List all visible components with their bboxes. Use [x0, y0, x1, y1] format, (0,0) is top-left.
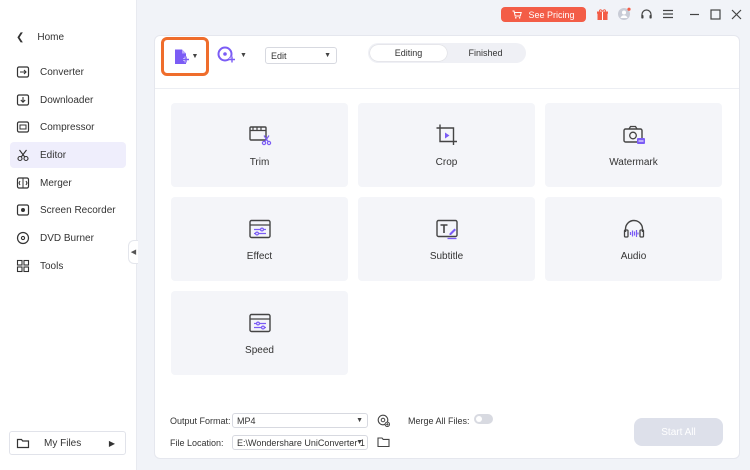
merger-icon — [16, 177, 30, 189]
home-link[interactable]: ❮ Home — [16, 30, 64, 44]
add-file-button[interactable]: ▼ — [161, 37, 209, 76]
tab-finished[interactable]: Finished — [447, 45, 524, 61]
output-format-select[interactable]: MP4 ▼ — [232, 413, 368, 428]
sidebar: ❮ Home Converter Downloader Compressor E… — [0, 0, 137, 470]
add-dvd-icon — [217, 46, 235, 63]
sidebar-item-editor[interactable]: Editor — [10, 142, 126, 168]
main-panel: ▼ ▼ Edit ▼ Editing Finished Trim Crop Wa… — [154, 35, 740, 459]
chevron-down-icon: ▼ — [356, 439, 363, 446]
tool-card-audio[interactable]: Audio — [545, 197, 722, 281]
tools-icon — [16, 259, 30, 273]
sidebar-item-compressor[interactable]: Compressor — [10, 114, 126, 140]
sidebar-collapse-button[interactable]: ◀ — [128, 240, 138, 264]
sidebar-item-merger[interactable]: Merger — [10, 170, 126, 196]
status-tabs: Editing Finished — [368, 43, 526, 63]
my-files-label: My Files — [44, 437, 82, 449]
subtitle-icon — [435, 219, 458, 239]
chevron-down-icon[interactable]: ▼ — [240, 52, 247, 59]
tool-card-subtitle[interactable]: Subtitle — [358, 197, 535, 281]
sidebar-item-dvd-burner[interactable]: DVD Burner — [10, 225, 126, 251]
tool-label: Watermark — [609, 156, 658, 168]
audio-icon — [623, 219, 644, 238]
folder-icon — [16, 438, 30, 449]
watermark-icon — [622, 125, 645, 144]
sidebar-item-screen-recorder[interactable]: Screen Recorder — [10, 197, 126, 223]
chevron-right-icon: ▶ — [108, 438, 115, 448]
file-location-value: E:\Wondershare UniConverter 1 — [237, 437, 365, 448]
tool-label: Effect — [246, 250, 273, 262]
sidebar-item-label: Merger — [40, 177, 72, 189]
tool-card-effect[interactable]: Effect — [171, 197, 348, 281]
headset-icon[interactable] — [639, 7, 653, 21]
sidebar-item-label: Downloader — [40, 94, 94, 106]
screen-recorder-icon — [16, 204, 30, 216]
chevron-down-icon[interactable]: ▼ — [192, 53, 199, 60]
speed-icon — [248, 313, 271, 332]
edit-mode-select[interactable]: Edit ▼ — [265, 47, 337, 64]
tool-label: Speed — [245, 344, 274, 356]
sidebar-item-downloader[interactable]: Downloader — [10, 87, 126, 113]
chevron-down-icon: ▼ — [324, 52, 331, 59]
see-pricing-button[interactable]: See Pricing — [501, 7, 586, 22]
maximize-icon[interactable] — [708, 7, 722, 21]
toolbar-divider — [155, 88, 739, 89]
tool-card-watermark[interactable]: Watermark — [545, 103, 722, 187]
sidebar-item-label: Compressor — [40, 121, 95, 133]
edit-mode-value: Edit — [271, 50, 287, 61]
sidebar-item-label: Screen Recorder — [40, 204, 116, 216]
start-all-button[interactable]: Start All — [634, 418, 723, 446]
my-files-button[interactable]: My Files ▶ — [9, 431, 126, 455]
sidebar-item-label: Tools — [40, 260, 64, 272]
sidebar-item-label: Editor — [40, 149, 67, 161]
editor-icon — [17, 149, 29, 162]
output-format-value: MP4 — [237, 415, 256, 426]
minimize-icon[interactable] — [687, 7, 701, 21]
downloader-icon — [16, 94, 30, 106]
tool-label: Audio — [620, 250, 647, 262]
sidebar-item-converter[interactable]: Converter — [10, 59, 126, 85]
tool-card-crop[interactable]: Crop — [358, 103, 535, 187]
effect-icon — [248, 219, 271, 238]
tool-card-trim[interactable]: Trim — [171, 103, 348, 187]
crop-icon — [436, 124, 457, 145]
compressor-icon — [16, 121, 30, 133]
add-file-icon — [174, 49, 189, 64]
see-pricing-label: See Pricing — [528, 9, 575, 20]
toggle-knob — [476, 416, 482, 422]
file-location-select[interactable]: E:\Wondershare UniConverter 1 ▼ — [232, 435, 368, 450]
file-location-label: File Location: — [170, 438, 224, 448]
home-label: Home — [37, 31, 65, 43]
tool-label: Crop — [435, 156, 458, 168]
sidebar-item-label: Converter — [40, 66, 84, 78]
tool-label: Trim — [249, 156, 270, 168]
chevron-left-icon: ❮ — [16, 31, 25, 43]
merge-all-files-label: Merge All Files: — [408, 416, 470, 426]
gift-icon[interactable] — [595, 7, 609, 21]
user-icon[interactable] — [617, 7, 631, 21]
close-icon[interactable] — [729, 7, 743, 21]
output-format-label: Output Format: — [170, 416, 231, 426]
tab-editing[interactable]: Editing — [370, 45, 447, 61]
merge-all-files-toggle[interactable] — [474, 414, 493, 424]
trim-icon — [248, 125, 271, 145]
menu-icon[interactable] — [661, 7, 675, 21]
add-dvd-button[interactable]: ▼ — [217, 45, 247, 65]
cart-icon — [512, 10, 523, 19]
chevron-down-icon: ▼ — [356, 417, 363, 424]
tool-label: Subtitle — [429, 250, 464, 262]
converter-icon — [16, 66, 30, 78]
sidebar-item-label: DVD Burner — [40, 232, 94, 244]
chevron-left-icon: ◀ — [130, 249, 137, 256]
tool-card-speed[interactable]: Speed — [171, 291, 348, 375]
output-settings-icon[interactable] — [376, 413, 390, 427]
sidebar-item-tools[interactable]: Tools — [10, 253, 126, 279]
open-folder-icon[interactable] — [376, 435, 390, 449]
dvd-burner-icon — [16, 231, 30, 245]
